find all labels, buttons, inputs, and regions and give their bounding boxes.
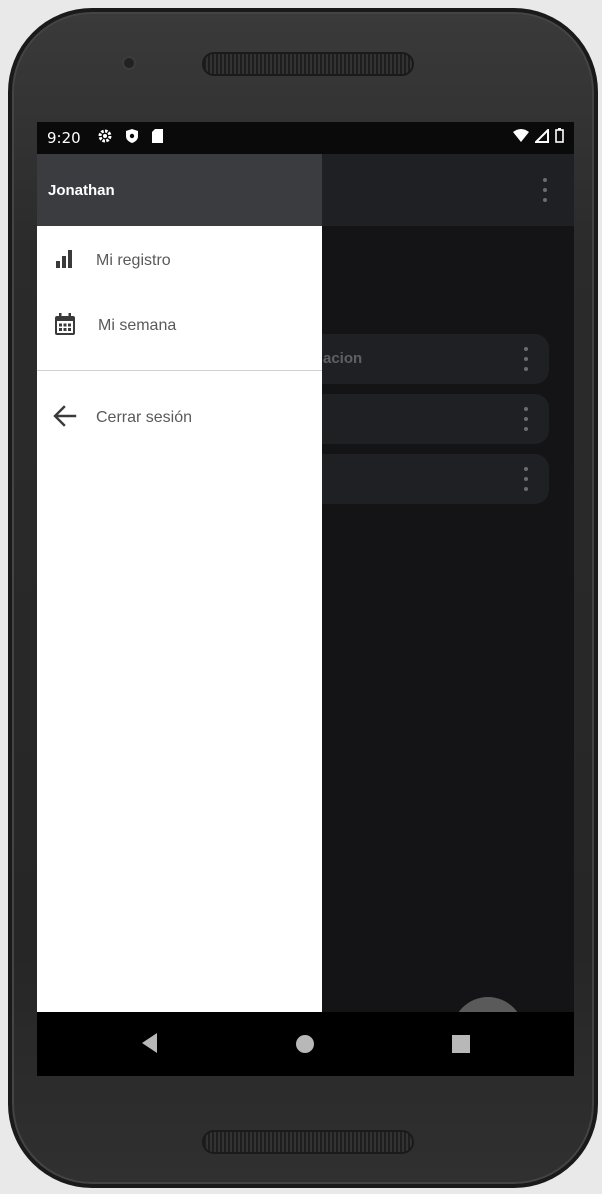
nav-home-icon[interactable] [296,1035,314,1053]
calendar-icon [53,312,77,341]
drawer-item-mi-semana[interactable]: Mi semana [37,298,322,354]
bottom-speaker [202,1130,414,1154]
device-screen: 9:20 acion Jonathan Mi registro Mi seman… [37,122,574,1076]
list-item[interactable] [307,454,549,504]
shield-icon [125,128,139,148]
system-nav-bar [37,1012,574,1076]
list-item-label: acion [323,350,363,367]
wifi-icon [513,128,529,147]
list-item[interactable] [307,394,549,444]
drawer-item-label: Mi registro [96,252,171,269]
nav-recents-icon[interactable] [452,1035,470,1053]
arrow-left-icon [53,404,77,432]
top-speaker [202,52,414,76]
drawer-item-mi-registro[interactable]: Mi registro [37,233,322,289]
more-vert-icon[interactable] [523,347,529,371]
bar-chart-icon [53,248,75,275]
nav-back-icon[interactable] [141,1032,159,1059]
drawer-divider [37,370,322,371]
drawer-user-name: Jonathan [48,182,115,199]
more-vert-icon[interactable] [542,178,548,202]
battery-icon [555,128,564,147]
more-vert-icon[interactable] [523,407,529,431]
drawer-item-label: Cerrar sesión [96,409,193,426]
signal-icon [533,127,549,147]
list-item[interactable]: acion [307,334,549,384]
drawer-header: Jonathan [37,154,322,226]
navigation-drawer: Jonathan Mi registro Mi semana Cerrar se… [37,154,322,1012]
camera-lens [122,56,136,70]
more-vert-icon[interactable] [523,467,529,491]
settings-icon [97,128,113,148]
sd-card-icon [151,128,164,148]
status-bar: 9:20 [37,122,574,154]
drawer-item-cerrar-sesion[interactable]: Cerrar sesión [37,390,322,446]
status-time: 9:20 [47,129,81,147]
drawer-item-label: Mi semana [98,317,177,334]
